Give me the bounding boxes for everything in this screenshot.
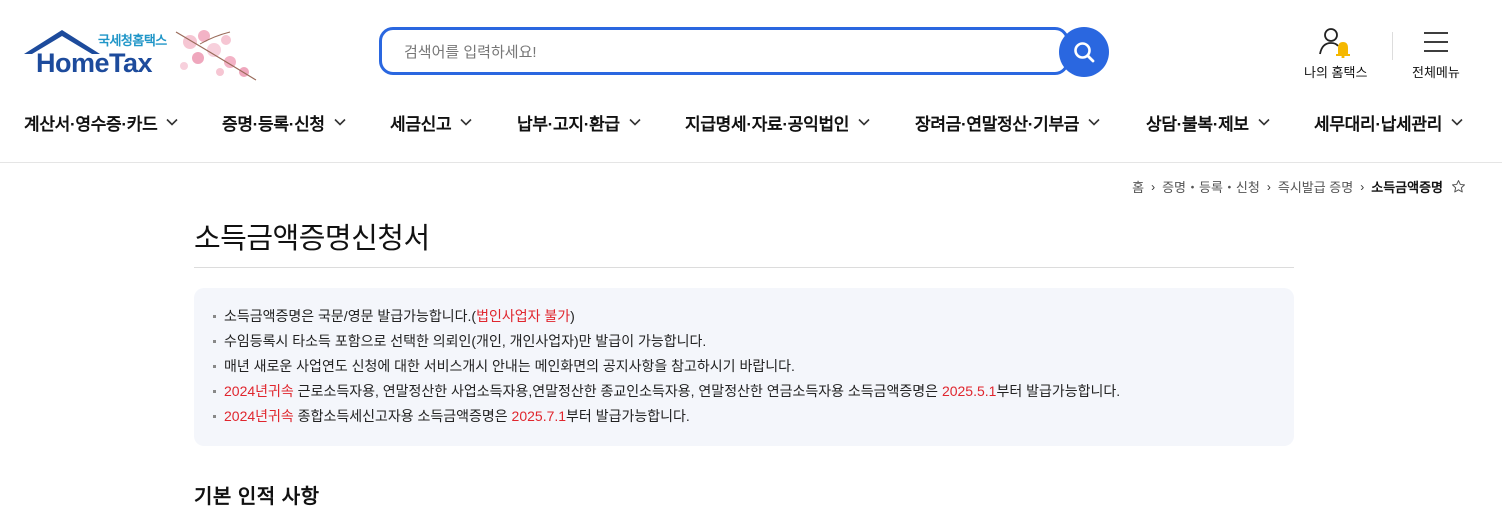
hometax-logo[interactable]: 국세청홈택스 HomeTax — [22, 28, 262, 84]
chevron-down-icon — [460, 118, 472, 126]
search-button[interactable] — [1059, 27, 1109, 77]
notice-item: 2024년귀속 종합소득세신고자용 소득금액증명은 2025.7.1부터 발급가… — [210, 404, 1294, 429]
chevron-right-icon: › — [1151, 179, 1156, 194]
main-nav: 계산서·영수증·카드 증명·등록·신청 세금신고 납부·고지·환급 지급명세·자… — [0, 104, 1502, 140]
search-box — [379, 27, 1069, 75]
nav-divider — [0, 162, 1502, 163]
user-bell-icon — [1318, 28, 1350, 58]
logo-title: HomeTax — [36, 48, 153, 78]
nav-item-label: 증명·등록·신청 — [222, 114, 325, 134]
chevron-down-icon — [1088, 118, 1100, 126]
chevron-right-icon: › — [1360, 179, 1365, 194]
nav-item-label: 장려금·연말정산·기부금 — [915, 114, 1080, 134]
favorite-star-icon[interactable] — [1451, 179, 1466, 194]
nav-item-payment-statement[interactable]: 지급명세·자료·공익법인 — [685, 104, 870, 140]
util-divider — [1392, 32, 1393, 60]
section-title: 기본 인적 사항 — [194, 486, 320, 508]
logo-subtitle: 국세청홈택스 — [98, 33, 167, 48]
chevron-down-icon — [1258, 118, 1270, 126]
chevron-right-icon: › — [1266, 179, 1271, 194]
nav-item-label: 계산서·영수증·카드 — [24, 114, 158, 134]
breadcrumb-current: 소득금액증명 — [1371, 180, 1443, 195]
all-menu-button[interactable]: 전체메뉴 — [1412, 26, 1460, 81]
breadcrumb-item[interactable]: 증명・등록・신청 — [1162, 177, 1260, 196]
breadcrumb-item[interactable]: 즉시발급 증명 — [1278, 177, 1353, 196]
notice-list: 소득금액증명은 국문/영문 발급가능합니다.(법인사업자 불가) 수임등록시 타… — [210, 304, 1294, 429]
search-icon — [1074, 42, 1095, 63]
breadcrumb: 홈 › 증명・등록・신청 › 즉시발급 증명 › 소득금액증명 — [1132, 177, 1466, 196]
notice-item: 소득금액증명은 국문/영문 발급가능합니다.(법인사업자 불가) — [210, 304, 1294, 329]
nav-item-payment-refund[interactable]: 납부·고지·환급 — [517, 104, 641, 140]
hamburger-icon — [1423, 32, 1448, 52]
nav-item-tax-return[interactable]: 세금신고 — [390, 104, 472, 140]
chevron-down-icon — [334, 118, 346, 126]
notice-item: 매년 새로운 사업연도 신청에 대한 서비스개시 안내는 메인화면의 공지사항을… — [210, 354, 1294, 379]
nav-item-invoice-receipt-card[interactable]: 계산서·영수증·카드 — [24, 104, 179, 140]
search-input[interactable] — [402, 30, 1046, 74]
nav-item-certificate-registration[interactable]: 증명·등록·신청 — [222, 104, 346, 140]
nav-item-label: 상담·불복·제보 — [1146, 114, 1249, 134]
nav-item-label: 납부·고지·환급 — [517, 114, 620, 134]
title-divider — [194, 267, 1294, 268]
my-hometax-label: 나의 홈택스 — [1304, 65, 1368, 80]
nav-item-consult-appeal[interactable]: 상담·불복·제보 — [1146, 104, 1270, 140]
page-title: 소득금액증명신청서 — [194, 223, 430, 255]
chevron-down-icon — [166, 118, 179, 126]
chevron-down-icon — [629, 118, 641, 126]
notice-item: 2024년귀속 근로소득자용, 연말정산한 사업소득자용,연말정산한 종교인소득… — [210, 379, 1294, 404]
my-hometax-button[interactable]: 나의 홈택스 — [1304, 26, 1367, 81]
chevron-down-icon — [858, 118, 870, 126]
all-menu-label: 전체메뉴 — [1412, 65, 1460, 80]
breadcrumb-home[interactable]: 홈 — [1132, 177, 1144, 196]
nav-item-incentive-yearend[interactable]: 장려금·연말정산·기부금 — [915, 104, 1100, 140]
nav-item-label: 세금신고 — [390, 114, 452, 134]
nav-item-tax-agent[interactable]: 세무대리·납세관리 — [1314, 104, 1463, 140]
nav-item-label: 지급명세·자료·공익법인 — [685, 114, 850, 134]
notice-box: 소득금액증명은 국문/영문 발급가능합니다.(법인사업자 불가) 수임등록시 타… — [194, 288, 1294, 446]
notice-item: 수임등록시 타소득 포함으로 선택한 의뢰인(개인, 개인사업자)만 발급이 가… — [210, 329, 1294, 354]
nav-item-label: 세무대리·납세관리 — [1314, 114, 1443, 134]
chevron-down-icon — [1451, 118, 1463, 126]
cherry-blossom-icon — [175, 30, 257, 81]
